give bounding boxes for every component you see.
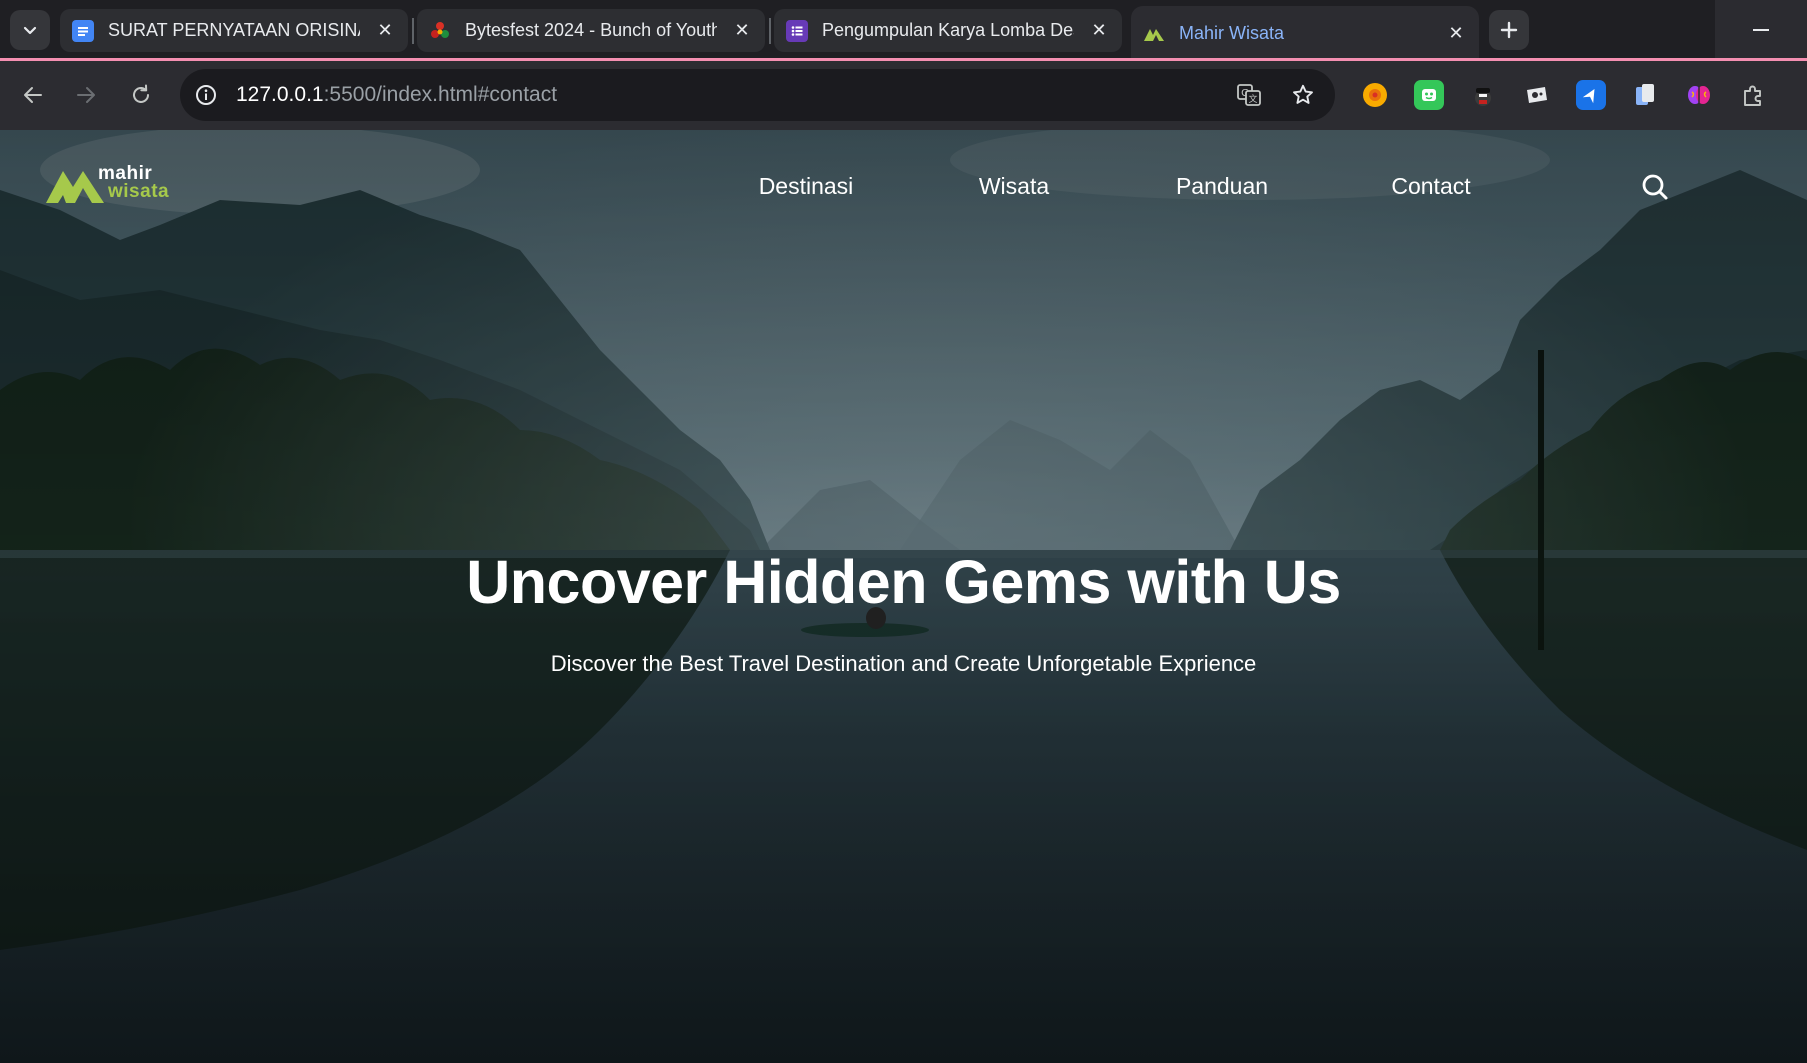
hero-title: Uncover Hidden Gems with Us [466,548,1341,616]
logo-text-wisata: wisata [108,181,170,202]
close-tab-icon[interactable]: ✕ [731,20,753,42]
arrow-right-icon [77,87,95,103]
tab-divider [412,18,414,44]
tab-surat-pernyataan[interactable]: SURAT PERNYATAAN ORISINALITAS ✕ [60,9,408,52]
back-button[interactable] [11,73,55,117]
tab-divider [769,18,771,44]
extensions-puzzle-icon[interactable] [1738,80,1768,110]
tab-title: Bytesfest 2024 - Bunch of Youth [465,20,717,40]
arrow-left-icon [24,87,42,103]
site-navbar: mahir wisata Destinasi Wisata Panduan Co… [0,130,1807,240]
url-path: :5500/index.html#contact [323,83,558,106]
tab-search-button[interactable] [10,10,50,50]
search-icon[interactable] [1641,173,1669,201]
extension-copy-icon[interactable] [1630,80,1660,110]
close-tab-icon[interactable]: ✕ [374,20,396,42]
reload-icon [133,84,149,103]
nav-link-contact[interactable]: Contact [1391,173,1470,200]
nav-link-destinasi[interactable]: Destinasi [759,173,854,200]
chevron-down-icon [23,26,37,35]
url-text[interactable]: 127.0.0.1:5500/index.html#contact [236,83,557,107]
svg-text:文: 文 [1248,93,1257,105]
extension-green-icon[interactable] [1414,80,1444,110]
page-viewport: mahir wisata Destinasi Wisata Panduan Co… [0,130,1807,1063]
tab-mahir-wisata[interactable]: Mahir Wisata ✕ [1131,6,1479,61]
url-host: 127.0.0.1 [236,83,324,106]
translate-icon[interactable]: G文 [1235,81,1263,109]
browser-toolbar: 127.0.0.1:5500/index.html#contact G文 [0,61,1807,130]
plus-icon [1500,21,1518,39]
minimize-icon [1753,29,1769,31]
extension-brain-icon[interactable] [1684,80,1714,110]
tab-pengumpulan-karya[interactable]: Pengumpulan Karya Lomba Desain ✕ [774,9,1122,52]
bytesfest-icon [429,20,451,42]
tab-strip: SURAT PERNYATAAN ORISINALITAS ✕ Bytesfes… [0,0,1807,61]
hero-subtitle: Discover the Best Travel Destination and… [550,651,1257,676]
site-info-icon[interactable] [192,81,220,109]
tab-title: Pengumpulan Karya Lomba Desain [822,20,1074,40]
extension-orange-icon[interactable] [1360,80,1390,110]
close-tab-icon[interactable]: ✕ [1445,22,1467,44]
minimize-window-button[interactable] [1715,0,1807,60]
new-tab-button[interactable] [1489,10,1529,50]
tab-bytesfest[interactable]: Bytesfest 2024 - Bunch of Youth ✕ [417,9,765,52]
extension-mascot-icon[interactable] [1468,80,1498,110]
mahir-wisata-icon [1143,22,1165,44]
tab-title: Mahir Wisata [1179,22,1285,43]
reload-button[interactable] [119,73,163,117]
close-tab-icon[interactable]: ✕ [1088,20,1110,42]
forms-icon [786,19,808,42]
forward-button[interactable] [64,73,108,117]
extension-game-icon[interactable] [1522,80,1552,110]
tab-title: SURAT PERNYATAAN ORISINALITAS [108,20,360,40]
nav-link-panduan[interactable]: Panduan [1176,173,1268,200]
nav-link-wisata[interactable]: Wisata [979,173,1049,200]
extension-blue-arrow-icon[interactable] [1576,80,1606,110]
address-bar[interactable]: 127.0.0.1:5500/index.html#contact G文 [180,69,1335,121]
bookmark-star-icon[interactable] [1289,81,1317,109]
site-logo[interactable]: mahir wisata [46,163,176,207]
docs-icon [72,19,94,42]
mahir-wisata-logo-icon [46,171,104,203]
